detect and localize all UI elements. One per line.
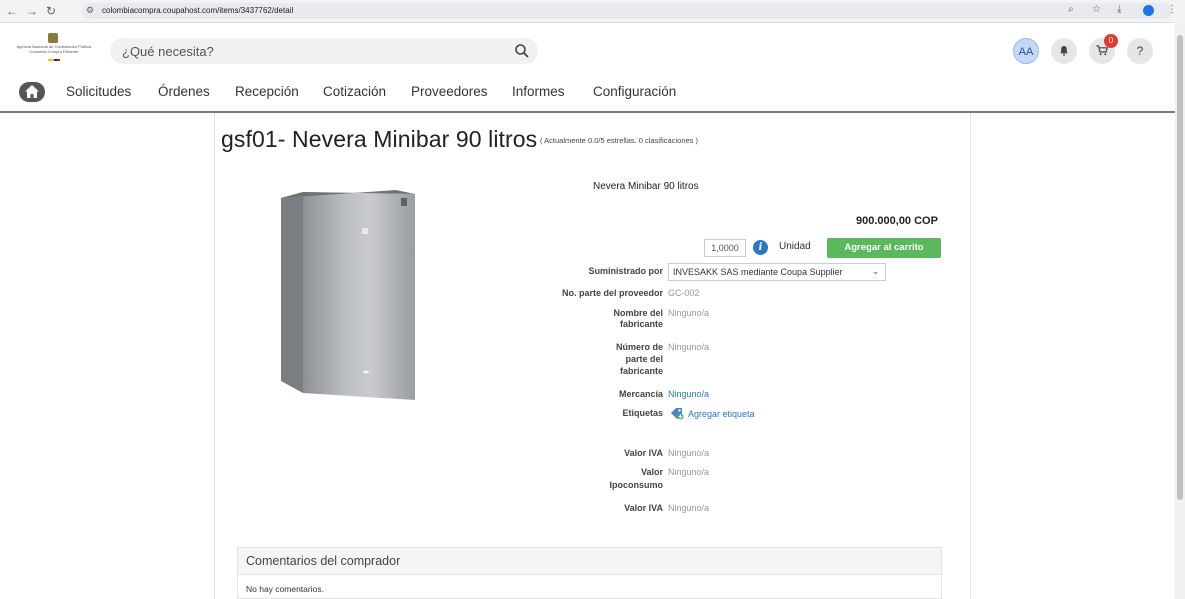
add-tag-icon[interactable] [670, 406, 684, 420]
quantity-input[interactable]: 1,0000 [704, 239, 746, 257]
page-title: gsf01- Nevera Minibar 90 litros [221, 126, 538, 152]
menu-item-cotizacion[interactable]: Cotización [323, 84, 386, 100]
site-info-icon[interactable]: ⚙ [86, 5, 94, 16]
ipoconsumo-label-2: Ipoconsumo [609, 480, 664, 490]
flag-stripe [48, 59, 60, 61]
search-icon[interactable] [514, 43, 530, 59]
ipoconsumo-value: Ninguno/a [668, 467, 710, 477]
supplied-by-label: Suministrado por [588, 266, 663, 276]
add-tag-link[interactable]: Agregar etiqueta [688, 409, 755, 420]
menu-item-configuracion[interactable]: Configuración [593, 84, 676, 100]
help-button[interactable]: ? [1127, 38, 1153, 64]
menu-item-ordenes[interactable]: Órdenes [158, 84, 210, 100]
manufacturer-part-label-3: fabricante [619, 366, 663, 376]
manufacturer-name-label-1: Nombre del [613, 308, 663, 318]
info-icon[interactable]: i [753, 240, 768, 255]
logo-text: Agencia Nacional de Contratación Pública… [16, 44, 92, 54]
home-icon [25, 85, 39, 98]
commodity-link[interactable]: Ninguno/a [668, 389, 709, 400]
download-icon[interactable]: ⤓ [1117, 4, 1121, 15]
manufacturer-name-value: Ninguno/a [668, 308, 710, 318]
supplier-part-value: GC-002 [668, 288, 700, 298]
manufacturer-part-value: Ninguno/a [668, 342, 710, 352]
menu-item-proveedores[interactable]: Proveedores [411, 84, 488, 100]
iva-value: Ninguno/a [668, 448, 710, 458]
cart-count-badge: 0 [1104, 34, 1118, 48]
iva-label: Valor IVA [624, 448, 663, 458]
manufacturer-part-label-2: parte del [625, 354, 663, 364]
product-name: Nevera Minibar 90 litros [593, 181, 699, 192]
home-button[interactable] [19, 82, 45, 102]
url-text[interactable]: colombiacompra.coupahost.com/items/34377… [102, 4, 293, 18]
user-avatar[interactable]: AA [1013, 38, 1039, 64]
comments-empty-text: No hay comentarios. [246, 584, 324, 594]
menu-item-informes[interactable]: Informes [512, 84, 565, 100]
menu-item-solicitudes[interactable]: Solicitudes [66, 84, 131, 100]
notifications-bell-icon[interactable] [1051, 38, 1077, 64]
bookmark-star-icon[interactable]: ☆ [1092, 4, 1101, 15]
supplier-part-label: No. parte del proveedor [561, 288, 663, 298]
menu-item-recepcion[interactable]: Recepción [235, 84, 299, 100]
scrollbar-thumb[interactable] [1177, 35, 1183, 500]
add-to-cart-button[interactable]: Agregar al carrito [827, 238, 941, 258]
profile-icon[interactable] [1143, 5, 1154, 16]
product-price: 900.000,00 COP [856, 215, 938, 227]
search-placeholder[interactable]: ¿Qué necesita? [122, 44, 214, 59]
coat-of-arms-icon [48, 33, 58, 43]
agency-logo[interactable]: Agencia Nacional de Contratación Pública… [14, 33, 94, 63]
iva-label-2: Valor IVA [624, 503, 663, 513]
zoom-icon[interactable]: ⌕ [1068, 4, 1074, 15]
manufacturer-name-label-2: fabricante [619, 319, 663, 329]
manufacturer-part-label-1: Número de [615, 342, 663, 352]
comments-title: Comentarios del comprador [246, 554, 401, 568]
supplier-select[interactable]: INVESAKK SAS mediante Coupa Supplier [668, 263, 886, 281]
ipoconsumo-label-1: Valor [640, 467, 663, 477]
chevron-down-icon[interactable]: ⌄ [872, 266, 880, 277]
kebab-menu-icon[interactable]: ⋮ [1167, 4, 1177, 15]
product-image [281, 190, 415, 400]
forward-icon[interactable]: → [26, 3, 38, 19]
rating-text: ( Actualmente 0.0/5 estrellas. 0 clasifi… [540, 136, 698, 145]
reload-icon[interactable]: ↻ [46, 3, 56, 19]
tags-label: Etiquetas [622, 408, 663, 418]
iva-value-2: Ninguno/a [668, 503, 710, 513]
back-icon[interactable]: ← [6, 3, 18, 19]
commodity-label: Mercancía [618, 389, 663, 399]
unit-label: Unidad [779, 241, 811, 252]
